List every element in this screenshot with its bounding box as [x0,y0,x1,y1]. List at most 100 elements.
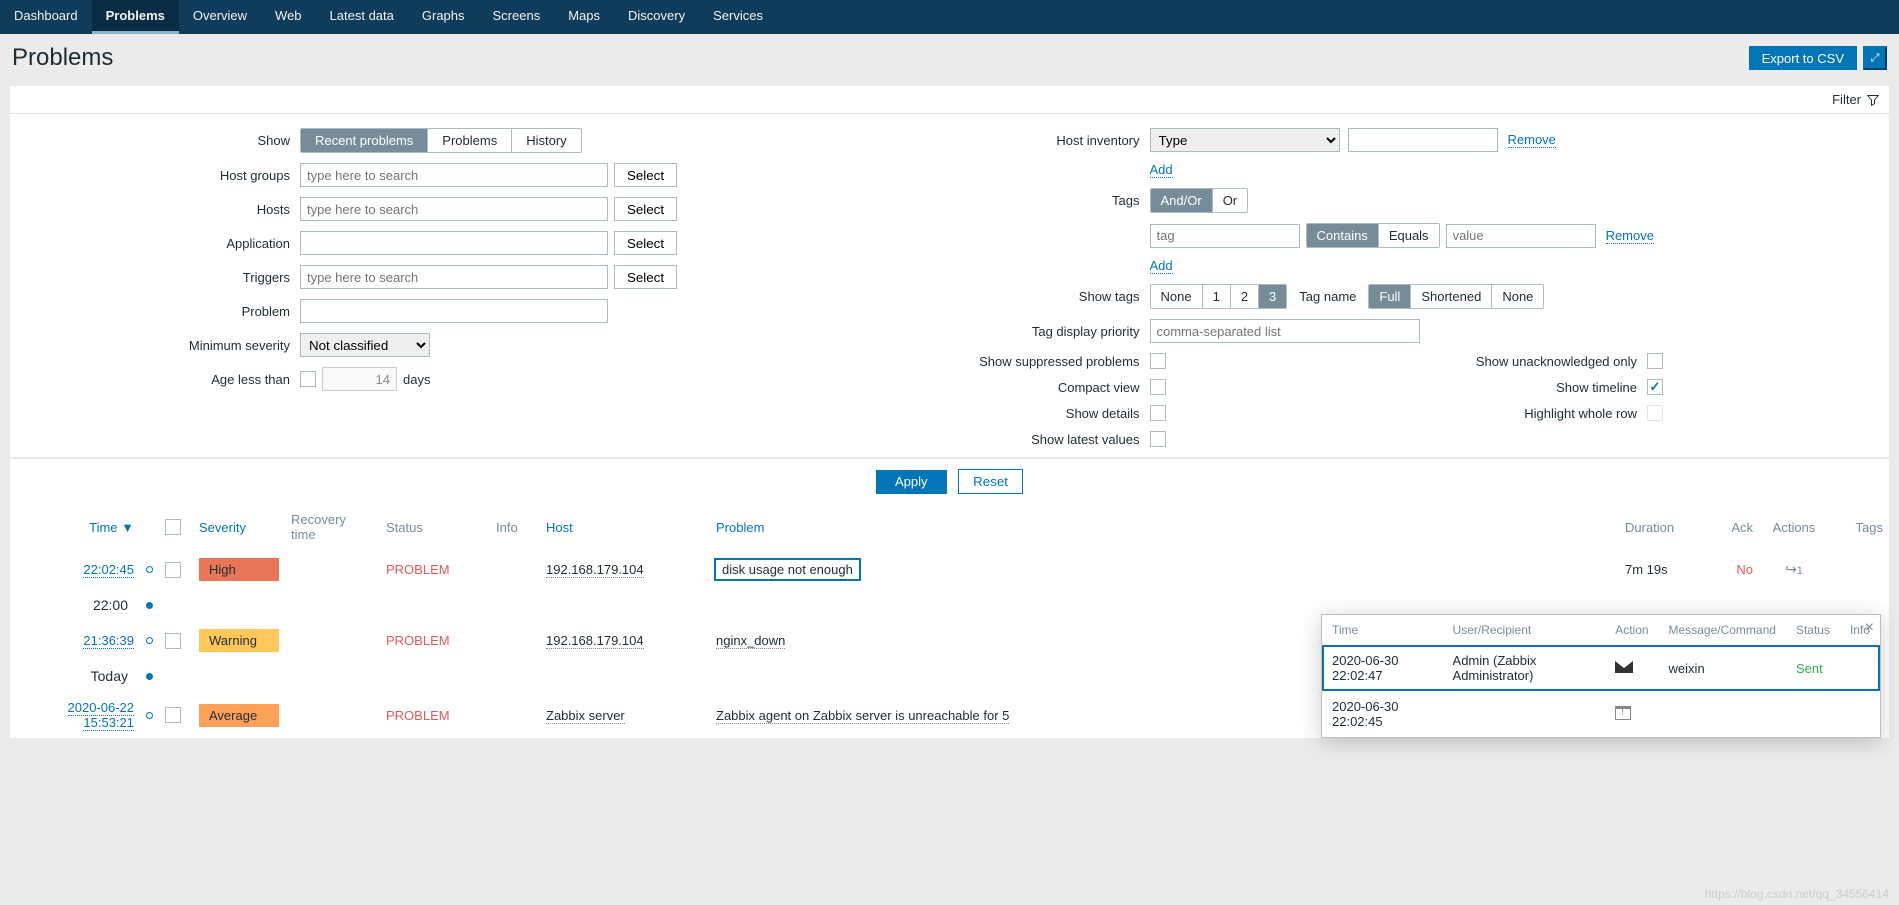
show-recent[interactable]: Recent problems [301,129,428,152]
tag-remove[interactable]: Remove [1606,228,1654,244]
paction [1605,645,1658,691]
col-severity[interactable]: Severity [193,504,285,550]
hostinv-add[interactable]: Add [1150,162,1173,178]
problem-cell[interactable]: disk usage not enough [710,550,1619,589]
pmsg: weixin [1659,645,1786,691]
fullscreen-button[interactable]: ⤢ [1863,46,1887,70]
nav-dashboard[interactable]: Dashboard [0,0,92,34]
col-recovery: Recovery time [285,504,380,550]
filter-icon [1867,94,1879,106]
hosts-select[interactable]: Select [614,197,677,221]
host-link[interactable]: 192.168.179.104 [546,633,644,649]
problem-input[interactable] [300,299,608,323]
row-chk[interactable] [165,633,181,649]
tagprio-input[interactable] [1150,319,1420,343]
hostgroups-input[interactable] [300,163,608,187]
col-actions: Actions [1759,504,1829,550]
showtags-1[interactable]: 1 [1203,285,1231,308]
row-chk[interactable] [165,707,181,723]
pcol-action: Action [1605,615,1658,645]
tags-andor[interactable]: And/Or [1151,189,1213,212]
triggers-select[interactable]: Select [614,265,677,289]
showtags-none[interactable]: None [1151,285,1203,308]
tagname-none[interactable]: None [1492,285,1543,308]
paction [1605,691,1658,737]
nav-graphs[interactable]: Graphs [408,0,479,34]
show-label: Show [10,133,300,148]
pstatus: Sent [1786,645,1840,691]
col-time[interactable]: Time ▼ [10,504,140,550]
tags-or[interactable]: Or [1213,189,1247,212]
unack-chk[interactable] [1647,353,1663,369]
show-problems[interactable]: Problems [428,129,512,152]
nav-maps[interactable]: Maps [554,0,614,34]
timeline-chk[interactable] [1647,379,1663,395]
apply-button[interactable]: Apply [876,470,947,494]
col-problem[interactable]: Problem [710,504,1619,550]
action-icon[interactable]: 1 [1785,565,1803,577]
filter-toggle[interactable]: Filter [1832,92,1879,107]
popup-close-icon[interactable]: × [1865,619,1874,637]
problem-label: Problem [10,304,300,319]
highlight-label: Highlight whole row [1524,406,1637,421]
hosts-input[interactable] [300,197,608,221]
tagname-full[interactable]: Full [1369,285,1411,308]
ptime: 2020-06-30 22:02:45 [1322,691,1443,737]
nav-problems[interactable]: Problems [92,0,179,34]
ack-link[interactable]: No [1736,562,1753,577]
nav-screens[interactable]: Screens [479,0,555,34]
hostinv-remove[interactable]: Remove [1508,132,1556,148]
suppressed-chk[interactable] [1150,353,1166,369]
showtags-3[interactable]: 3 [1259,285,1286,308]
tagname-radio[interactable]: Full Shortened None [1368,284,1544,309]
triggers-label: Triggers [10,270,300,285]
row-time[interactable]: 22:02:45 [83,562,134,578]
triggers-input[interactable] [300,265,608,289]
application-input[interactable] [300,231,608,255]
fullscreen-icon: ⤢ [1871,52,1880,65]
nav-latest-data[interactable]: Latest data [316,0,408,34]
col-duration: Duration [1619,504,1699,550]
host-link[interactable]: Zabbix server [546,708,625,724]
unack-label: Show unacknowledged only [1476,354,1637,369]
hostinv-type[interactable]: Type [1150,128,1340,152]
tagname-label: Tag name [1299,289,1356,304]
show-history[interactable]: History [512,129,580,152]
hostinv-value[interactable] [1348,128,1498,152]
nav-overview[interactable]: Overview [179,0,261,34]
hostgroups-select[interactable]: Select [614,163,677,187]
nav-services[interactable]: Services [699,0,777,34]
select-all-chk[interactable] [165,519,181,535]
age-input[interactable] [322,367,397,391]
minsev-select[interactable]: Not classified [300,333,430,357]
application-label: Application [10,236,300,251]
tag-value-input[interactable] [1446,224,1596,248]
tagname-short[interactable]: Shortened [1411,285,1492,308]
row-time[interactable]: 2020-06-22 15:53:21 [68,700,135,731]
show-radio[interactable]: Recent problems Problems History [300,128,582,153]
tags-mode[interactable]: And/Or Or [1150,188,1249,213]
tag-equals[interactable]: Equals [1379,224,1439,247]
row-chk[interactable] [165,562,181,578]
application-select[interactable]: Select [614,231,677,255]
row-time[interactable]: 21:36:39 [83,633,134,649]
latest-chk[interactable] [1150,431,1166,447]
export-csv-button[interactable]: Export to CSV [1749,46,1857,70]
age-label: Age less than [10,372,300,387]
col-status: Status [380,504,490,550]
tag-add[interactable]: Add [1150,258,1173,274]
nav-web[interactable]: Web [261,0,316,34]
tag-contains[interactable]: Contains [1307,224,1379,247]
details-chk[interactable] [1150,405,1166,421]
reset-button[interactable]: Reset [958,469,1023,494]
nav-discovery[interactable]: Discovery [614,0,699,34]
col-host[interactable]: Host [540,504,710,550]
showtags-2[interactable]: 2 [1231,285,1259,308]
showtags-radio[interactable]: None 1 2 3 [1150,284,1288,309]
age-checkbox[interactable] [300,371,316,387]
compact-chk[interactable] [1150,379,1166,395]
tag-name-input[interactable] [1150,224,1300,248]
tag-op[interactable]: Contains Equals [1306,223,1440,248]
host-link[interactable]: 192.168.179.104 [546,562,644,578]
tagprio-label: Tag display priority [950,324,1150,339]
